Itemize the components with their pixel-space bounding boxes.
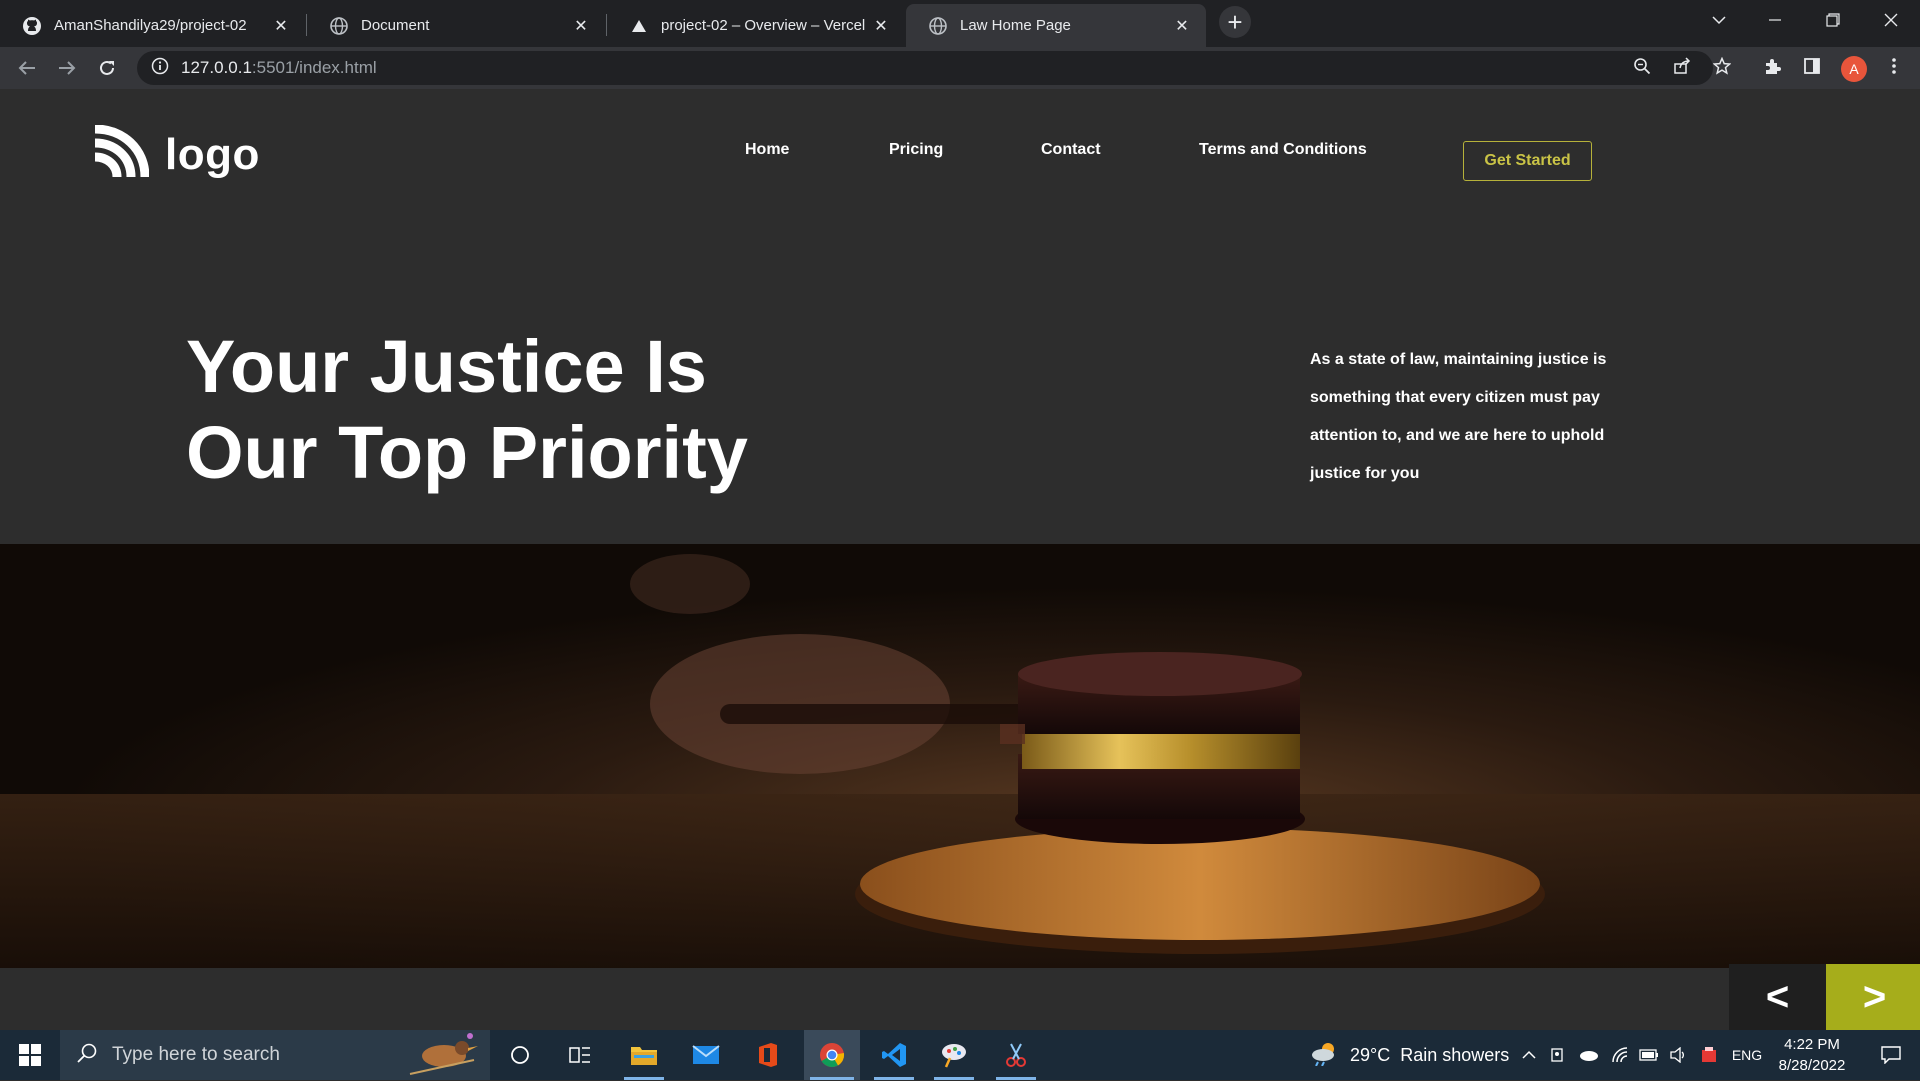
meet-now-icon[interactable] [1546,1030,1570,1080]
nav-contact[interactable]: Contact [1041,141,1101,159]
tab-github[interactable]: AmanShandilya29/project-02 ✕ [0,4,305,47]
url-path: :5501/index.html [251,58,377,77]
slider-controls: < > [1729,964,1920,1030]
law-home-page: logo Home Pricing Contact Terms and Cond… [0,89,1920,1030]
windows-taskbar: Type here to search 29°C Rain showers EN… [0,1030,1920,1080]
hero-title-line-2: Our Top Priority [186,411,748,494]
tab-vercel[interactable]: project-02 – Overview – Vercel ✕ [607,4,905,47]
globe-icon [329,16,349,36]
close-icon[interactable]: ✕ [271,16,291,36]
restore-button[interactable] [1810,0,1856,40]
hero-description: As a state of law, maintaining justice i… [1310,351,1607,482]
show-hidden-icons-chevron-icon[interactable] [1518,1030,1540,1080]
site-info-icon[interactable] [151,57,169,80]
search-placeholder: Type here to search [112,1044,280,1065]
nav-home[interactable]: Home [745,141,789,159]
previous-slide-button[interactable]: < [1729,964,1826,1030]
hero-title: Your Justice Is Our Top Priority [186,324,886,496]
close-icon[interactable]: ✕ [871,16,891,36]
windows-start-button[interactable] [0,1030,60,1080]
url-text: 127.0.0.1:5501/index.html [181,58,377,78]
weather-text: 29°C Rain showers [1350,1044,1510,1065]
browser-tab-strip: AmanShandilya29/project-02 ✕ Document ✕ … [0,0,1920,47]
extensions-icon[interactable] [1758,52,1786,80]
snipping-tool-icon[interactable] [990,1030,1042,1080]
rain-cloud-icon [1310,1040,1340,1071]
tab-title: project-02 – Overview – Vercel [661,17,866,34]
vercel-icon [629,16,649,36]
reload-button[interactable] [91,52,123,84]
file-explorer-icon[interactable] [618,1030,670,1080]
github-icon [22,16,42,36]
cortana-icon[interactable] [494,1030,546,1080]
forward-button[interactable] [51,52,83,84]
nav-pricing[interactable]: Pricing [889,141,943,159]
tab-title: Law Home Page [960,17,1071,34]
share-icon[interactable] [1668,52,1696,80]
office-icon[interactable] [742,1030,794,1080]
close-window-button[interactable] [1868,0,1914,40]
nav-terms-and-conditions[interactable]: Terms and Conditions [1199,141,1367,159]
wifi-icon[interactable] [1608,1030,1632,1080]
tab-title: AmanShandilya29/project-02 [54,17,247,34]
side-panel-icon[interactable] [1798,52,1826,80]
onedrive-cloud-icon[interactable] [1576,1030,1602,1080]
tab-document[interactable]: Document ✕ [307,4,605,47]
globe-icon [928,16,948,36]
clock-date: 8/28/2022 [1778,1057,1846,1074]
task-view-icon[interactable] [554,1030,606,1080]
taskbar-search-box[interactable]: Type here to search [60,1030,490,1080]
next-slide-button[interactable]: > [1826,964,1920,1030]
bird-illustration-icon [404,1030,484,1081]
rss-logo-icon [93,124,150,184]
get-started-button[interactable]: Get Started [1463,141,1592,181]
url-host: 127.0.0.1 [181,58,252,77]
browser-toolbar: 127.0.0.1:5501/index.html A [0,47,1920,89]
tab-law-home-page[interactable]: Law Home Page ✕ [906,4,1206,47]
mail-icon[interactable] [680,1030,732,1080]
profile-avatar[interactable]: A [1841,56,1867,82]
paint-app-icon[interactable] [928,1030,980,1080]
site-logo[interactable]: logo [93,124,260,184]
clock-time: 4:22 PM [1784,1036,1840,1053]
search-icon [76,1042,98,1069]
tab-search-chevron-icon[interactable] [1696,0,1742,40]
system-clock[interactable]: 4:22 PM 8/28/2022 [1770,1034,1854,1076]
new-tab-button[interactable]: + [1219,6,1251,38]
bookmark-star-icon[interactable] [1708,52,1736,80]
address-bar[interactable]: 127.0.0.1:5501/index.html [137,51,1713,85]
close-icon[interactable]: ✕ [571,16,591,36]
volume-icon[interactable] [1666,1030,1692,1080]
notification-app-icon[interactable] [1696,1030,1722,1080]
zoom-icon[interactable] [1628,52,1656,80]
back-button[interactable] [11,52,43,84]
hero-title-line-1: Your Justice Is [186,325,707,408]
battery-icon[interactable] [1636,1030,1662,1080]
judge-gavel-image [0,544,1920,968]
tab-title: Document [361,17,430,34]
more-menu-icon[interactable] [1880,52,1908,80]
logo-text: logo [165,129,260,179]
close-icon[interactable]: ✕ [1172,16,1192,36]
action-center-icon[interactable] [1868,1030,1914,1080]
weather-widget[interactable]: 29°C Rain showers [1310,1030,1509,1080]
vscode-icon[interactable] [868,1030,920,1080]
minimize-button[interactable] [1752,0,1798,40]
chrome-icon[interactable] [804,1030,860,1080]
input-language[interactable]: ENG [1728,1030,1766,1080]
plus-icon: + [1227,6,1243,37]
